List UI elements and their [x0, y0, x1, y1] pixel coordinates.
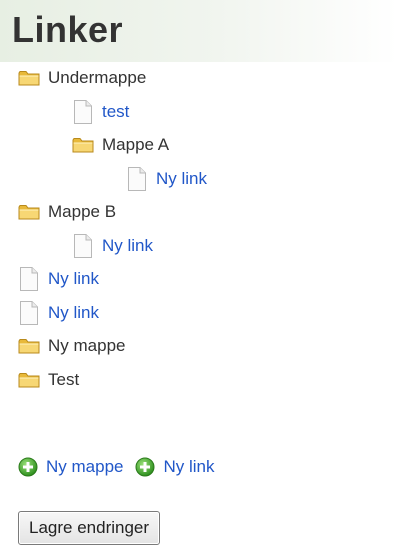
page-icon	[18, 266, 40, 292]
folder-label: Mappe A	[102, 135, 170, 154]
link-label[interactable]: Ny link	[48, 269, 99, 289]
tree-folder-row[interactable]: Undermappe	[18, 62, 146, 94]
plus-circle-icon	[135, 457, 155, 477]
folder-icon	[18, 204, 40, 220]
link-label[interactable]: Ny link	[48, 303, 99, 323]
tree-folder-row[interactable]: Mappe A	[72, 129, 169, 161]
folder-icon	[18, 338, 40, 354]
folder-label: Undermappe	[48, 68, 147, 87]
tree-link-row[interactable]: Ny link	[18, 263, 99, 295]
tree-actions: Ny mappe Ny link	[18, 453, 227, 481]
link-label[interactable]: test	[102, 102, 129, 122]
link-label[interactable]: Ny link	[102, 236, 153, 256]
save-changes-button[interactable]: Lagre endringer	[18, 511, 161, 545]
new-link-label[interactable]: Ny link	[163, 457, 214, 477]
link-label[interactable]: Ny link	[156, 169, 207, 189]
tree-link-row[interactable]: Ny link	[126, 163, 207, 195]
folder-icon	[72, 137, 94, 153]
folder-label: Ny mappe	[48, 336, 126, 355]
page-icon	[18, 300, 40, 326]
page-icon	[72, 233, 94, 259]
tree-link-row[interactable]: Ny link	[72, 230, 153, 262]
folder-icon	[18, 70, 40, 86]
tree-folder-row[interactable]: Ny mappe	[18, 330, 125, 362]
tree-link-row[interactable]: test	[72, 96, 129, 128]
page-icon	[126, 166, 148, 192]
tree-folder-row[interactable]: Test	[18, 364, 79, 396]
new-link-action[interactable]: Ny link	[135, 457, 215, 477]
folder-icon	[18, 372, 40, 388]
page-title: Linker	[12, 9, 124, 50]
tree-folder-row[interactable]: Mappe B	[18, 196, 116, 228]
tree-link-row[interactable]: Ny link	[18, 297, 99, 329]
plus-circle-icon	[18, 457, 38, 477]
folder-label: Mappe B	[48, 202, 117, 221]
folder-label: Test	[48, 369, 80, 389]
new-folder-action[interactable]: Ny mappe	[18, 457, 123, 477]
page-icon	[72, 99, 94, 125]
new-folder-label[interactable]: Ny mappe	[46, 457, 123, 477]
